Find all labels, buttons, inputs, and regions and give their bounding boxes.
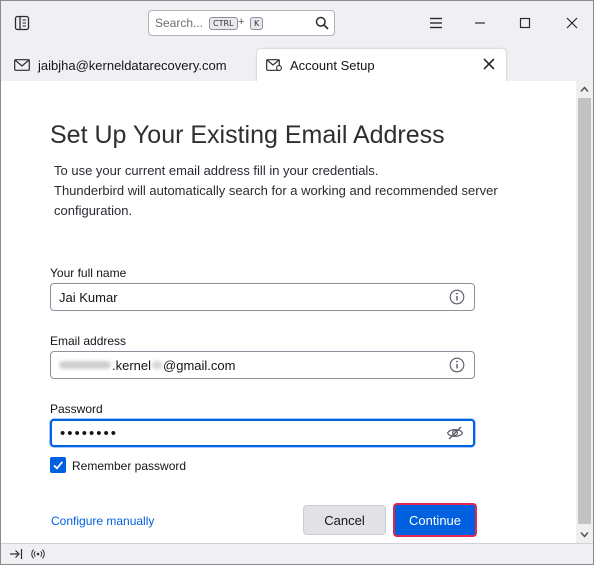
minimize-button[interactable] — [470, 13, 490, 33]
email-value-part: .kernel — [112, 357, 152, 373]
full-name-field[interactable]: Jai Kumar — [50, 283, 475, 311]
email-label: Email address — [50, 334, 127, 348]
email-value-domain: @gmail.com — [163, 357, 236, 373]
title-bar: Search... CTRL + K — [1, 1, 593, 45]
search-icon[interactable] — [315, 16, 329, 30]
checkmark-icon — [53, 461, 63, 470]
tab-mail-label: jaibjha@kerneldatarecovery.com — [38, 57, 227, 73]
info-icon[interactable] — [449, 289, 465, 305]
remember-password-checkbox[interactable] — [50, 457, 66, 473]
cancel-button[interactable]: Cancel — [303, 505, 386, 535]
status-bar — [1, 543, 593, 564]
app-menu-button[interactable] — [426, 13, 446, 33]
account-setup-icon — [266, 58, 282, 72]
tab-mail[interactable]: jaibjha@kerneldatarecovery.com — [5, 49, 253, 81]
thunderbird-window: Search... CTRL + K jaibjha@kerneldatarec… — [0, 0, 594, 565]
password-field[interactable]: •••••••• — [50, 419, 475, 447]
shortcut-ctrl-key: CTRL — [209, 17, 238, 30]
close-icon — [566, 17, 578, 29]
intro-line-2: Thunderbird will automatically search fo… — [54, 183, 498, 218]
hamburger-icon — [430, 17, 442, 29]
remember-password-label[interactable]: Remember password — [72, 459, 186, 473]
tab-bar: jaibjha@kerneldatarecovery.com Account S… — [1, 45, 593, 81]
spaces-toolbar-button[interactable] — [11, 13, 33, 33]
global-search-input[interactable]: Search... CTRL + K — [148, 10, 335, 36]
intro-line-1: To use your current email address fill i… — [54, 163, 379, 178]
mail-icon — [14, 58, 30, 72]
continue-button[interactable]: Continue — [393, 503, 477, 537]
vertical-scrollbar[interactable] — [576, 81, 593, 543]
intro-text: To use your current email address fill i… — [54, 161, 524, 221]
info-icon[interactable] — [449, 357, 465, 373]
shortcut-k-key: K — [250, 17, 264, 30]
account-setup-page: Set Up Your Existing Email Address To us… — [1, 81, 593, 543]
scroll-up-arrow-icon[interactable] — [580, 85, 589, 94]
online-status-icon[interactable] — [31, 547, 45, 561]
tab-account-setup[interactable]: Account Setup — [257, 49, 506, 81]
maximize-icon — [519, 17, 531, 29]
search-placeholder: Search... — [155, 16, 204, 30]
sidebar-icon — [14, 15, 30, 31]
password-value: •••••••• — [60, 424, 119, 442]
email-field[interactable]: .kernel @gmail.com — [50, 351, 475, 379]
redacted-text — [59, 361, 111, 369]
page-title: Set Up Your Existing Email Address — [50, 121, 445, 149]
hide-password-icon[interactable] — [446, 425, 464, 441]
scroll-down-arrow-icon[interactable] — [580, 530, 589, 539]
tab-account-setup-label: Account Setup — [290, 57, 375, 73]
maximize-button[interactable] — [515, 13, 535, 33]
full-name-label: Your full name — [50, 266, 127, 280]
password-label: Password — [50, 402, 103, 416]
scrollbar-thumb[interactable] — [578, 98, 591, 524]
configure-manually-link[interactable]: Configure manually — [51, 514, 154, 528]
redacted-text — [152, 361, 163, 369]
full-name-value: Jai Kumar — [59, 289, 118, 305]
toggle-sidebar-icon[interactable] — [9, 547, 23, 561]
close-tab-icon[interactable] — [482, 57, 496, 71]
shortcut-plus: + — [238, 16, 245, 28]
close-window-button[interactable] — [562, 13, 582, 33]
minimize-icon — [475, 22, 485, 24]
